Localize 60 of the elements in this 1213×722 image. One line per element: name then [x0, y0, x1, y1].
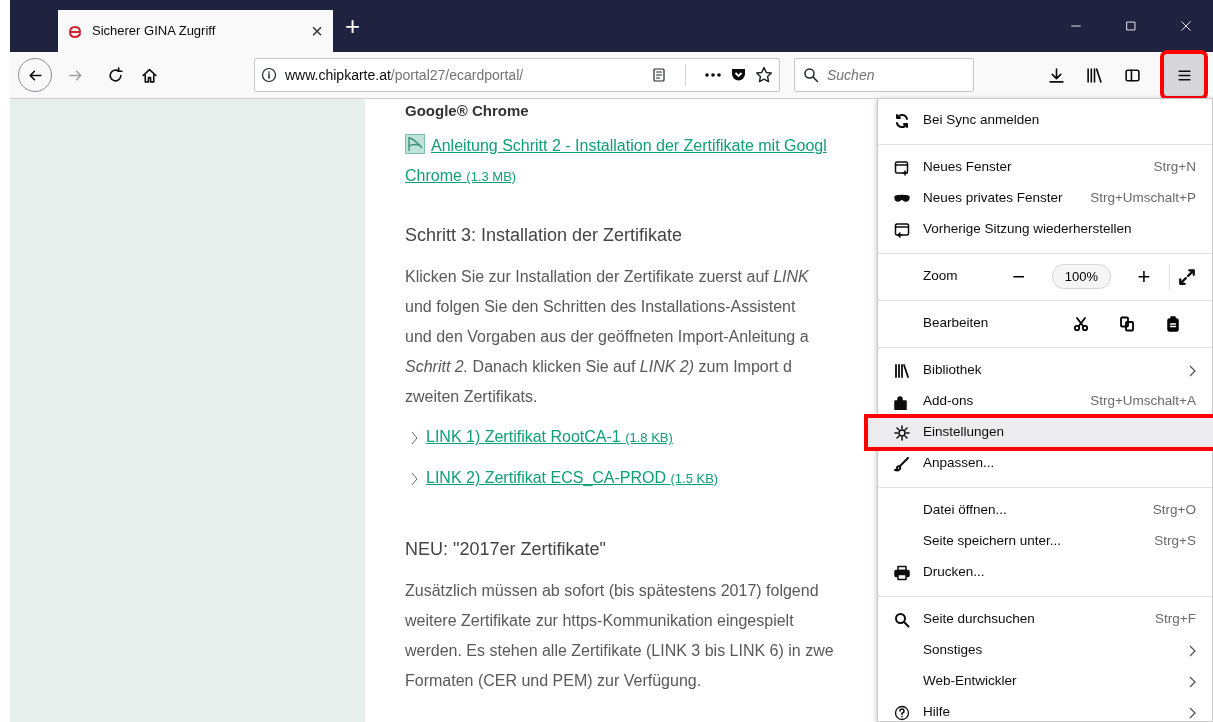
menu-item-label: Bearbeiten — [923, 314, 990, 333]
menu-item-label: Zoom — [923, 267, 959, 286]
chevron-right-icon — [411, 430, 418, 445]
favicon-icon — [68, 23, 84, 39]
paragraph: Zusätzlich müssen ab sofort (bis spätestens 2017) folgend weitere Zertifikate zur https-Kommunikation eingespielt werden. Es stehen alle Zertifikate (LINK 3 bis LINK 6) in zwe Formaten (CER und PEM) zur Verfügung. — [405, 581, 834, 691]
menu-item[interactable]: Seite speichern unter... Strg+S — [878, 526, 1212, 557]
scissors-icon — [1073, 315, 1089, 332]
menu-item[interactable]: Bibliothek — [878, 355, 1212, 386]
brush-icon — [894, 455, 910, 472]
menu-item[interactable]: Neues privates Fenster Strg+Umschalt+P — [878, 183, 1212, 214]
zoom-reset-button[interactable]: 100% — [1051, 263, 1111, 290]
star-icon[interactable] — [755, 66, 773, 84]
close-tab-button[interactable]: × — [311, 21, 323, 41]
search-field[interactable]: Suchen — [794, 58, 974, 92]
puzzle-icon — [894, 393, 910, 410]
menu-item[interactable]: Einstellungen — [867, 417, 1213, 448]
reader-view-icon[interactable] — [651, 67, 667, 83]
download-link[interactable]: LINK 2) Zertifikat ECS_CA-PROD (1.5 KB) — [426, 463, 719, 494]
help-icon — [894, 704, 910, 721]
reload-icon — [106, 66, 124, 84]
menu-item[interactable]: Seite durchsuchen Strg+F — [878, 604, 1212, 635]
new-window-icon — [894, 159, 910, 176]
info-icon — [261, 67, 277, 83]
pdf-icon — [405, 134, 425, 154]
search-icon — [803, 67, 819, 83]
close-icon[interactable] — [1178, 19, 1193, 33]
search-icon — [894, 611, 910, 628]
printer-icon — [894, 564, 910, 581]
tab-title[interactable]: Sicherer GINA Zugriff — [92, 21, 304, 41]
section-heading: Schritt 3: Installation der Zertifikate — [405, 224, 683, 247]
gear-icon — [894, 424, 910, 441]
pocket-icon[interactable] — [730, 67, 747, 83]
menu-button[interactable] — [1163, 53, 1205, 97]
maximize-icon[interactable] — [1123, 19, 1138, 33]
menu-item[interactable]: Drucken... — [878, 557, 1212, 588]
menu-item[interactable]: Anpassen... — [878, 448, 1212, 479]
zoom-out-button[interactable]: − — [1001, 265, 1036, 288]
fullscreen-icon[interactable] — [1178, 267, 1196, 286]
section-heading: NEU: "2017er Zertifikate" — [405, 538, 606, 561]
home-icon — [140, 66, 158, 84]
menu-item[interactable]: Vorherige Sitzung wiederherstellen — [878, 214, 1212, 245]
paragraph: Klicken Sie zur Installation der Zertifikate zuerst auf LINK und folgen Sie den Schritten des Installations-Assistent und den Vorgaben aus der geöffneten Import-Anleitung a Schritt 2. Danach klicken Sie auf LINK 2) zum Import d zweiten Zertifikats. — [405, 267, 809, 407]
library-icon — [894, 362, 910, 379]
clipboard-icon — [1165, 315, 1181, 332]
zoom-in-button[interactable]: + — [1127, 265, 1161, 288]
download-link[interactable]: LINK 1) Zertifikat RootCA-1 (1.8 KB) — [426, 422, 673, 453]
new-tab-button[interactable]: + — [345, 13, 361, 39]
sync-icon — [894, 112, 910, 129]
menu-item[interactable]: Add-ons Strg+Umschalt+A — [878, 386, 1212, 417]
window-restore-icon — [894, 221, 910, 238]
chevron-right-icon — [411, 471, 418, 486]
menu-item[interactable]: Web-Entwickler — [878, 666, 1212, 697]
menu-item[interactable]: Sonstiges — [878, 635, 1212, 666]
address-bar[interactable]: www.chipkarte.at/portal27/ecardportal/ — [254, 58, 780, 92]
menu-item[interactable]: Bei Sync anmelden — [878, 105, 1212, 136]
copy-icon — [1119, 315, 1135, 332]
menu-item[interactable]: Neues Fenster Strg+N — [878, 152, 1212, 183]
menu-item[interactable]: Hilfe — [878, 697, 1212, 722]
menu-item[interactable]: Datei öffnen... Strg+O — [878, 495, 1212, 526]
section-heading: Google® Chrome — [405, 101, 529, 121]
